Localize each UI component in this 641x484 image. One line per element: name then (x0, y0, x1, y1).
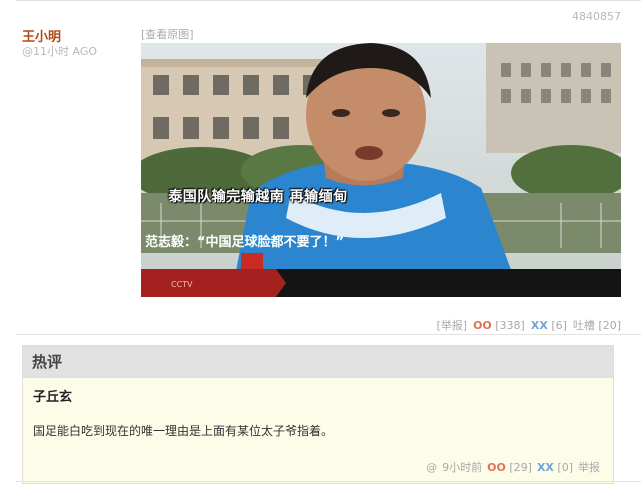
svg-text:CCTV: CCTV (171, 280, 193, 289)
comment-meta: @ 9小时前 OO [29] XX [0] 举报 (426, 459, 600, 475)
post-image[interactable]: CCTV (141, 43, 621, 297)
comment-oo-count: [29] (509, 461, 532, 474)
top-divider (16, 0, 641, 1)
comment-report-link[interactable]: 举报 (578, 459, 600, 475)
comment-author[interactable]: 子丘玄 (33, 386, 72, 405)
comment-at-symbol: @ (426, 461, 438, 474)
comment-vote-up-button[interactable]: OO [29] (487, 461, 532, 474)
comment-time: 9小时前 (442, 461, 483, 474)
vote-up-button[interactable]: OO [338] (473, 319, 525, 332)
view-original-link[interactable]: [查看原图] (141, 26, 194, 42)
post-divider (16, 334, 641, 335)
video-lower-third-caption: 范志毅：“中国足球脸都不要了！” (145, 235, 345, 250)
post-time: @11小时 AGO (22, 45, 98, 58)
xx-label: XX (536, 461, 554, 474)
report-link[interactable]: [举报] (436, 317, 467, 333)
oo-label: OO (473, 319, 492, 332)
hot-comments-title: 热评 (23, 346, 613, 378)
hot-comments-panel: 热评 子丘玄 国足能白吃到现在的唯一理由是上面有某位太子爷指着。 @ 9小时前 … (22, 345, 614, 484)
post-actions: [举报] OO [338] XX [6] 吐槽 [20] (436, 317, 621, 333)
xx-count: [6] (551, 319, 567, 332)
comment-vote-down-button[interactable]: XX [0] (537, 461, 573, 474)
comments-link[interactable]: 吐槽 [20] (573, 317, 621, 333)
video-subtitle-top: 泰国队输完输越南 再输缅甸 (168, 189, 348, 205)
comment-xx-count: [0] (557, 461, 573, 474)
oo-label: OO (487, 461, 506, 474)
oo-count: [338] (495, 319, 525, 332)
post-photo-illustration: CCTV (141, 43, 621, 297)
post-id: 4840857 (572, 10, 621, 23)
vote-down-button[interactable]: XX [6] (531, 319, 567, 332)
xx-label: XX (530, 319, 548, 332)
comment-text: 国足能白吃到现在的唯一理由是上面有某位太子爷指着。 (33, 424, 334, 438)
